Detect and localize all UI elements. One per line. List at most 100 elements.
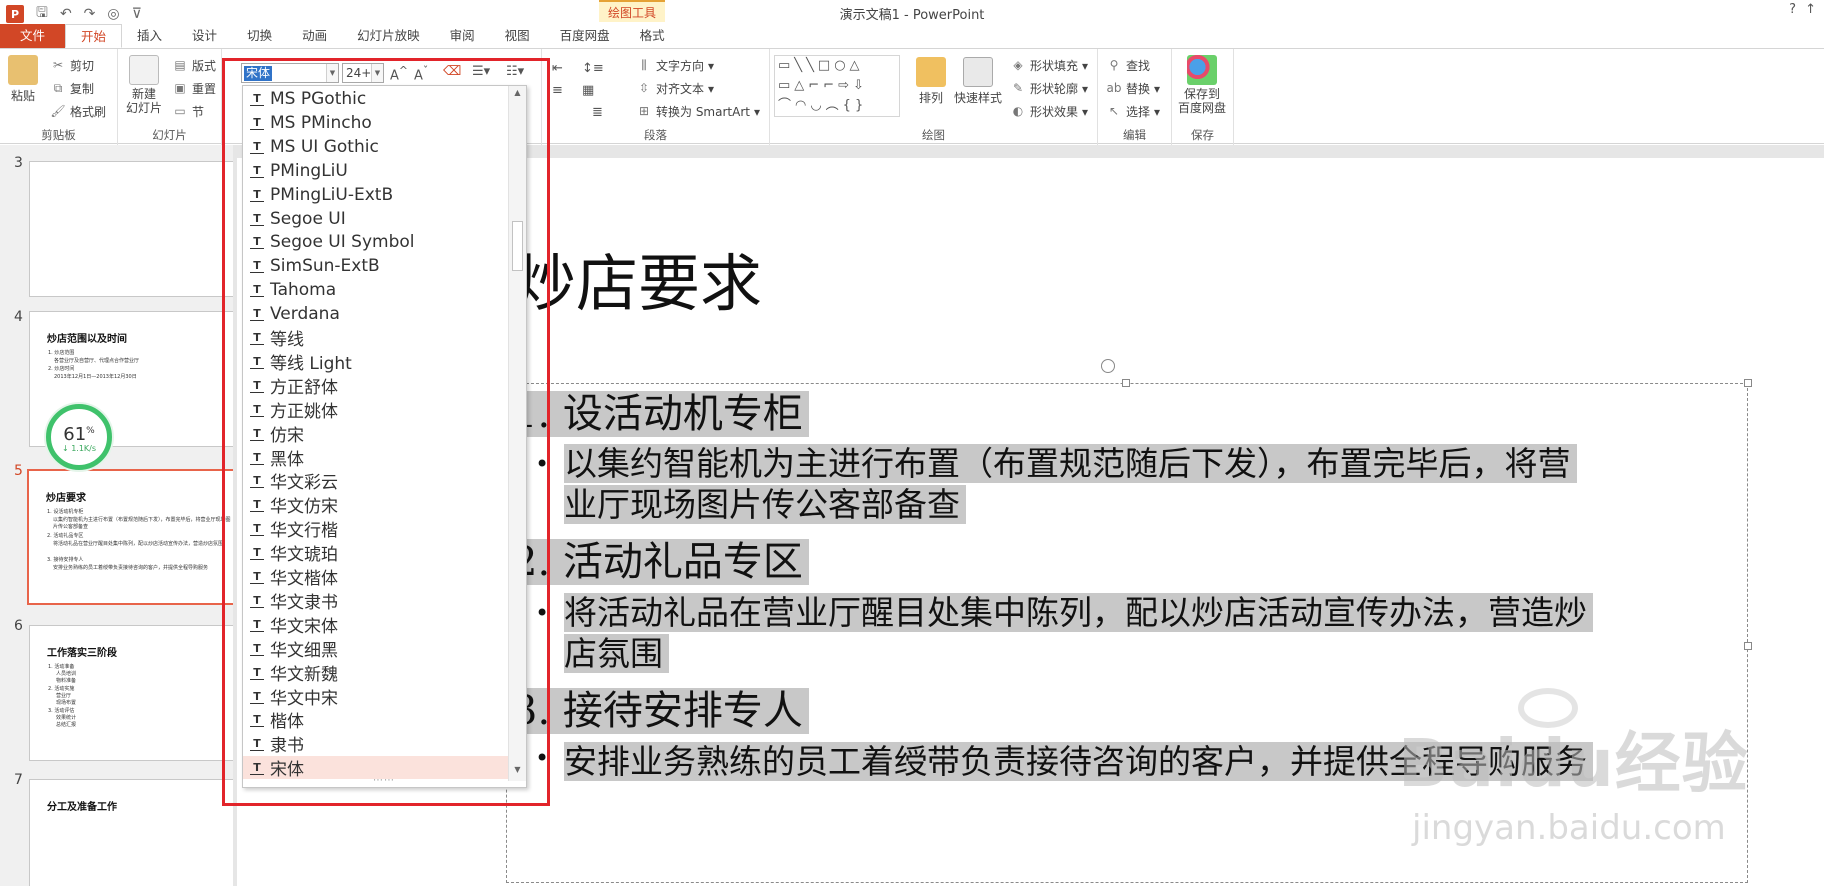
align-text-button[interactable]: ⇳ 对齐文本 ▾	[636, 80, 714, 97]
font-size-combo[interactable]: 24+ ▼	[342, 63, 384, 83]
layout-button[interactable]: ▤ 版式	[172, 57, 216, 74]
numbering-icon[interactable]: ☷▾	[506, 64, 524, 79]
columns-icon[interactable]: ≣	[592, 105, 603, 120]
scroll-down-icon[interactable]: ▼	[511, 765, 524, 777]
font-option[interactable]: T 华文琥珀	[243, 541, 508, 565]
resize-handle[interactable]	[1122, 379, 1130, 387]
font-option[interactable]: T 黑体	[243, 446, 508, 470]
font-dropdown-list[interactable]: T MS PGothic T MS PMincho T MS UI Gothic T PMin…	[242, 85, 527, 788]
font-name-combo[interactable]: 宋体 ▼	[241, 63, 339, 83]
arrange-button[interactable]: 排列	[916, 57, 946, 106]
quick-styles-button[interactable]: 快速样式	[954, 57, 1002, 106]
body-item-2a[interactable]: 将活动礼品在营业厅醒目处集中陈列，配以炒店活动宣传办法，营造炒	[564, 592, 1593, 634]
body-item-1b[interactable]: 业厅现场图片传公客部备查	[564, 484, 966, 526]
slide-title[interactable]: 炒店要求	[514, 244, 762, 324]
help-button[interactable]: ?	[1789, 2, 1796, 17]
format-painter-button[interactable]: 🖌 格式刷	[50, 103, 106, 120]
font-option[interactable]: T 华文隶书	[243, 589, 508, 613]
font-option[interactable]: T 华文细黑	[243, 637, 508, 661]
tab-home[interactable]: 开始	[65, 24, 123, 48]
body-heading-3[interactable]: 3. 接待安排专人	[512, 685, 809, 737]
font-option[interactable]: T 华文楷体	[243, 565, 508, 589]
align-icon[interactable]: ≡	[552, 83, 563, 98]
font-name-value[interactable]: 宋体	[244, 66, 273, 81]
font-option[interactable]: T 华文中宋	[243, 685, 508, 709]
shrink-font-icon[interactable]: Aˇ	[414, 64, 428, 83]
body-item-1a[interactable]: 以集约智能机为主进行布置（布置规范随后下发），布置完毕后，将营	[564, 443, 1577, 485]
font-dropdown-arrow-icon[interactable]: ▼	[326, 64, 338, 82]
find-button[interactable]: ⚲ 查找	[1106, 57, 1150, 74]
copy-button[interactable]: ⧉ 复制	[50, 80, 94, 97]
body-heading-2[interactable]: 2. 活动礼品专区	[512, 536, 809, 588]
font-option[interactable]: T 华文仿宋	[243, 493, 508, 517]
resize-handle[interactable]	[1744, 379, 1752, 387]
font-option[interactable]: T Tahoma	[243, 278, 508, 301]
font-option[interactable]: T 方正姚体	[243, 398, 508, 422]
font-option[interactable]: T 华文新魏	[243, 661, 508, 685]
paste-button[interactable]: 粘贴	[8, 55, 38, 104]
font-option[interactable]: T 华文宋体	[243, 613, 508, 637]
font-option[interactable]: T 华文行楷	[243, 517, 508, 541]
indent-icon[interactable]: ⇤	[552, 61, 563, 76]
rotation-handle[interactable]	[1101, 359, 1115, 373]
font-list-scrollbar[interactable]: ▲ ▼	[508, 86, 526, 781]
select-button[interactable]: ↖ 选择 ▾	[1106, 103, 1160, 120]
font-option[interactable]: T 华文彩云	[243, 469, 508, 493]
tab-baidu-netdisk[interactable]: 百度网盘	[545, 24, 625, 48]
tab-file[interactable]: 文件	[0, 24, 66, 48]
justify-icon[interactable]: ▦	[582, 83, 594, 98]
tab-format[interactable]: 格式	[625, 24, 680, 48]
section-button[interactable]: ▭ 节	[172, 103, 204, 120]
font-option[interactable]: T PMingLiU-ExtB	[243, 183, 508, 206]
tab-view[interactable]: 视图	[490, 24, 545, 48]
replace-button[interactable]: ab 替换 ▾	[1106, 80, 1161, 97]
clear-formatting-icon[interactable]: ⌫	[443, 64, 461, 79]
ribbon-display-icon[interactable]: ↑	[1805, 2, 1816, 17]
scroll-up-icon[interactable]: ▲	[511, 88, 524, 100]
font-option[interactable]: T Segoe UI	[243, 207, 508, 230]
shape-fill-button[interactable]: ◈ 形状填充 ▾	[1010, 57, 1088, 74]
tab-transitions[interactable]: 切换	[232, 24, 287, 48]
convert-smartart-button[interactable]: ⊞ 转换为 SmartArt ▾	[636, 103, 760, 120]
body-item-2b[interactable]: 店氛围	[564, 633, 669, 675]
font-option[interactable]: T 方正舒体	[243, 374, 508, 398]
font-option[interactable]: T MS PGothic	[243, 87, 508, 110]
tab-insert[interactable]: 插入	[122, 24, 177, 48]
resize-handle[interactable]	[1744, 642, 1752, 650]
resize-grip-icon[interactable]: ⋯⋯	[373, 775, 395, 786]
grow-font-icon[interactable]: A^	[390, 64, 408, 83]
slide-thumbnail-5[interactable]: 炒店要求 1. 设活动机专柜 以集约智能机为主进行布置（布置规范随后下发），布置…	[27, 469, 237, 605]
font-option[interactable]: T MS UI Gothic	[243, 135, 508, 158]
slide-thumbnail-7[interactable]: 分工及准备工作	[29, 779, 239, 886]
font-option[interactable]: T 等线 Light	[243, 350, 508, 374]
save-to-baidu-button[interactable]: 保存到 百度网盘	[1178, 55, 1226, 115]
shape-gallery[interactable]: ▭╲╲□○△ ▭△⌐⌐⇨⇩ ⌒◠◡︵{}	[774, 55, 900, 117]
new-slide-button[interactable]: 新建 幻灯片	[126, 55, 162, 115]
body-heading-1[interactable]: 1. 设活动机专柜	[512, 388, 809, 440]
shape-outline-button[interactable]: ✎ 形状轮廓 ▾	[1010, 80, 1088, 97]
tab-design[interactable]: 设计	[177, 24, 232, 48]
text-direction-button[interactable]: ⫼ 文字方向 ▾	[636, 57, 714, 74]
font-option[interactable]: T 等线	[243, 326, 508, 350]
bullets-icon[interactable]: ☰▾	[472, 64, 490, 79]
font-size-arrow-icon[interactable]: ▼	[371, 64, 383, 82]
cut-button[interactable]: ✂ 剪切	[50, 57, 94, 74]
font-option[interactable]: T Segoe UI Symbol	[243, 230, 508, 253]
font-option[interactable]: T MS PMincho	[243, 111, 508, 134]
tab-animations[interactable]: 动画	[287, 24, 342, 48]
font-option[interactable]: T 隶书	[243, 732, 508, 756]
shape-effects-button[interactable]: ◐ 形状效果 ▾	[1010, 103, 1088, 120]
font-option[interactable]: T Verdana	[243, 302, 508, 325]
font-option[interactable]: T 楷体	[243, 708, 508, 732]
tab-review[interactable]: 审阅	[435, 24, 490, 48]
slide-thumbnail-3[interactable]	[29, 161, 239, 297]
font-size-value[interactable]: 24+	[346, 66, 371, 80]
reset-button[interactable]: ▣ 重置	[172, 80, 216, 97]
network-speed-widget[interactable]: 61% ↓ 1.1K/s	[46, 404, 112, 470]
font-option[interactable]: T PMingLiU	[243, 159, 508, 182]
font-option[interactable]: T 仿宋	[243, 422, 508, 446]
line-spacing-icon[interactable]: ↕≡	[582, 61, 604, 76]
font-option[interactable]: T SimSun-ExtB	[243, 254, 508, 277]
tab-slideshow[interactable]: 幻灯片放映	[342, 24, 435, 48]
slide-thumbnail-6[interactable]: 工作落实三阶段 1. 活动准备 人员培训 物料准备 2. 活动实施 营业厅 现场…	[29, 625, 239, 761]
